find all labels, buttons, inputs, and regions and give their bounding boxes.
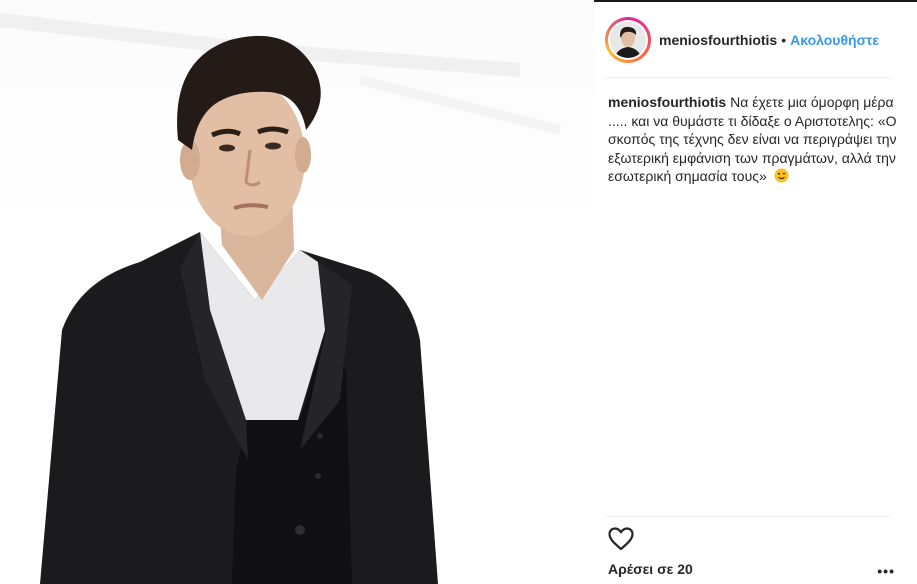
post-actions (608, 526, 634, 556)
likes-count[interactable]: Αρέσει σε 20 (608, 561, 693, 577)
caption-username[interactable]: meniosfourthiotis (608, 94, 726, 110)
avatar[interactable] (605, 17, 651, 63)
follow-button[interactable]: Ακολουθήστε (790, 32, 879, 48)
actions-divider (605, 516, 891, 517)
post-caption: meniosfourthiotis Να έχετε μια όμορφη μέ… (608, 93, 898, 186)
winking-face-emoji-icon (774, 168, 789, 183)
portrait-illustration (0, 13, 562, 584)
post-side-panel: meniosfourthiotis • Ακολουθήστε meniosfo… (594, 0, 917, 584)
header-separator: • (781, 32, 787, 48)
post-photo[interactable] (0, 0, 594, 584)
heart-outline-icon[interactable] (608, 526, 634, 556)
post-header: meniosfourthiotis • Ακολουθήστε (605, 14, 895, 66)
avatar-image (610, 22, 646, 58)
header-username[interactable]: meniosfourthiotis (659, 32, 777, 48)
instagram-post: meniosfourthiotis • Ακολουθήστε meniosfo… (0, 0, 917, 584)
more-options-icon[interactable]: ••• (877, 564, 895, 578)
header-divider (605, 77, 891, 78)
